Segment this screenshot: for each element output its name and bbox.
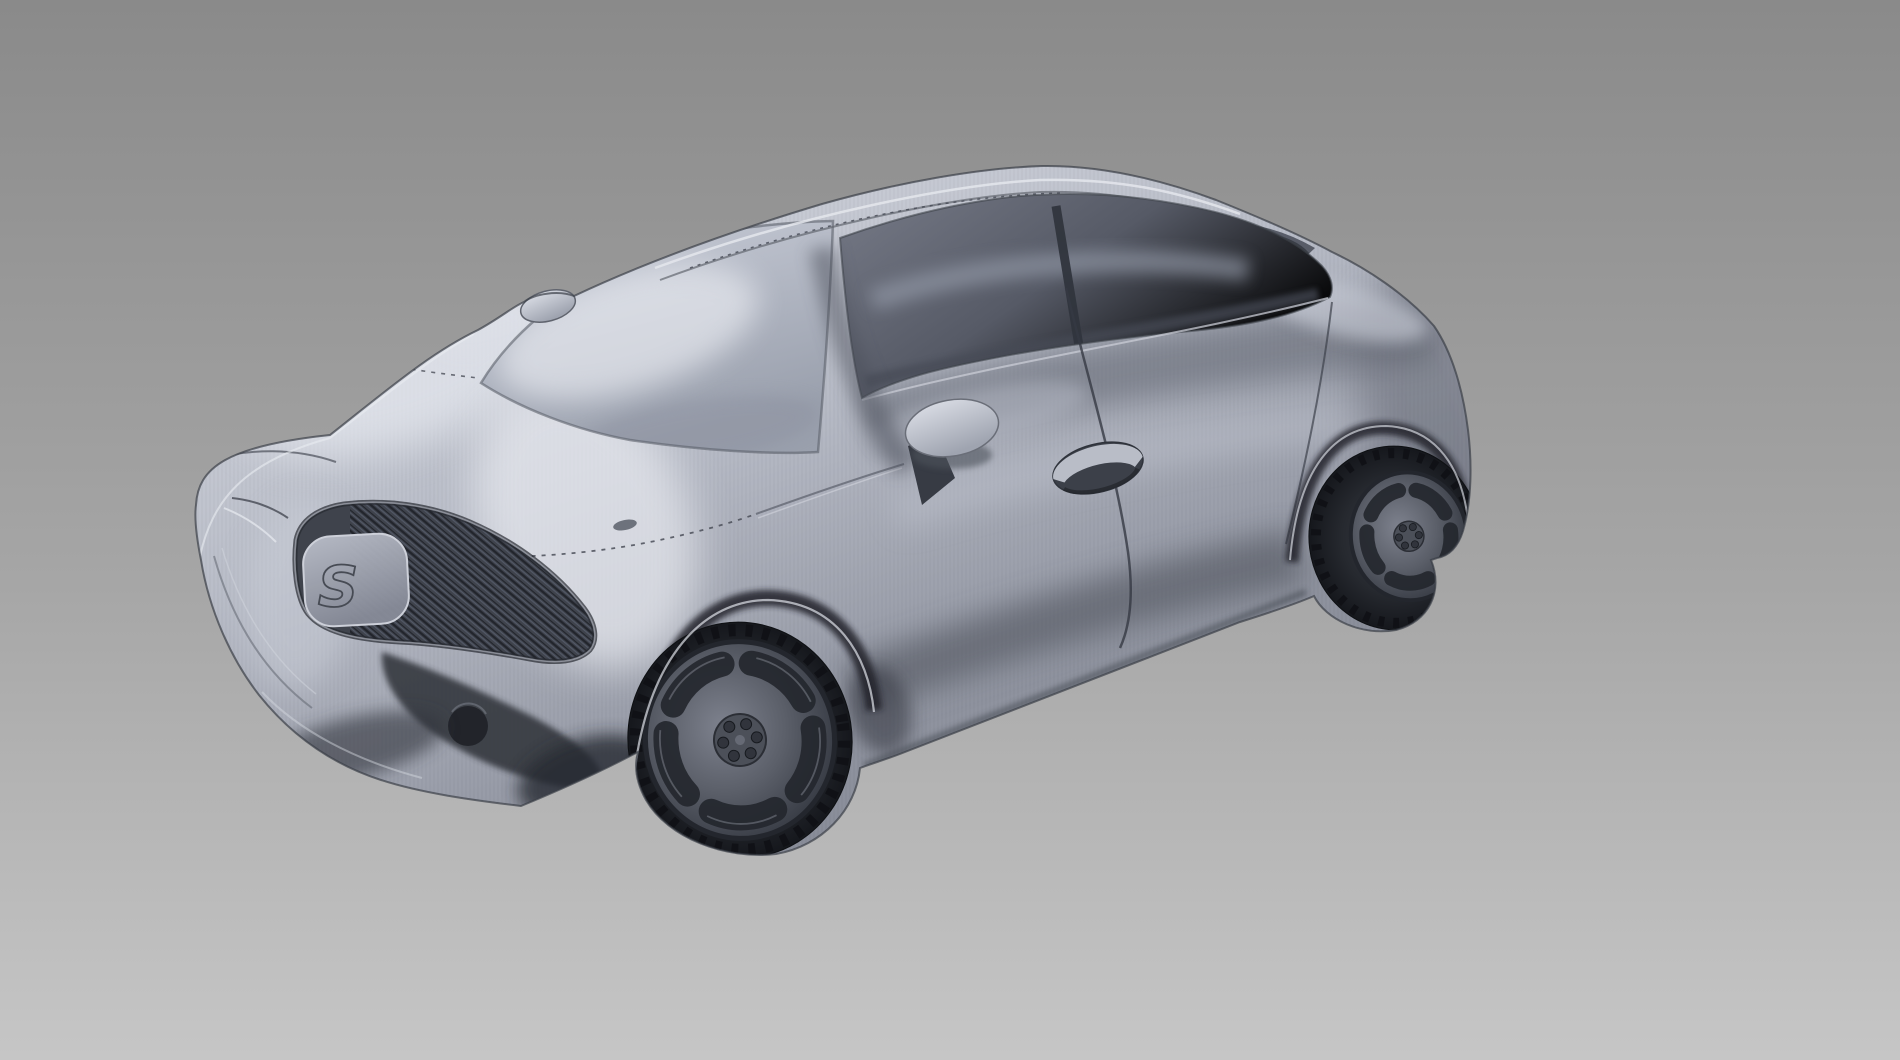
car-body: S [150,120,1550,900]
fog-lamp [448,706,488,746]
car-3d-render: S [0,0,1900,1060]
render-viewport[interactable]: S [0,0,1900,1060]
seat-badge-letter: S [318,555,358,620]
